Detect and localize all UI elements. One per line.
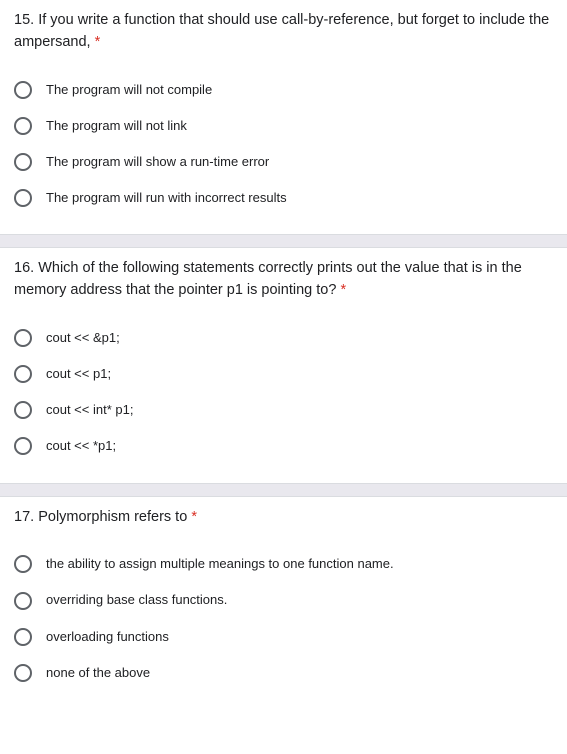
option-row[interactable]: none of the above xyxy=(14,655,553,691)
option-row[interactable]: overriding base class functions. xyxy=(14,582,553,618)
option-label: the ability to assign multiple meanings … xyxy=(46,555,394,573)
question-body: Which of the following statements correc… xyxy=(14,260,522,298)
option-label: cout << p1; xyxy=(46,365,111,383)
question-block-16: 16. Which of the following statements co… xyxy=(0,248,567,482)
required-mark: * xyxy=(95,34,101,50)
radio-icon[interactable] xyxy=(14,117,32,135)
question-text: 16. Which of the following statements co… xyxy=(14,248,553,320)
question-body: Polymorphism refers to xyxy=(38,509,187,525)
question-number: 16. xyxy=(14,260,34,276)
option-label: cout << &p1; xyxy=(46,329,120,347)
section-spacer xyxy=(0,483,567,497)
radio-icon[interactable] xyxy=(14,189,32,207)
required-mark: * xyxy=(191,509,197,525)
section-spacer xyxy=(0,234,567,248)
option-row[interactable]: cout << p1; xyxy=(14,356,553,392)
option-row[interactable]: overloading functions xyxy=(14,619,553,655)
option-label: cout << *p1; xyxy=(46,437,116,455)
option-label: overloading functions xyxy=(46,628,169,646)
question-text: 15. If you write a function that should … xyxy=(14,0,553,72)
question-number: 17. xyxy=(14,509,34,525)
option-row[interactable]: cout << int* p1; xyxy=(14,392,553,428)
option-row[interactable]: The program will run with incorrect resu… xyxy=(14,180,553,216)
option-label: cout << int* p1; xyxy=(46,401,133,419)
radio-icon[interactable] xyxy=(14,329,32,347)
option-label: none of the above xyxy=(46,664,150,682)
option-row[interactable]: The program will not compile xyxy=(14,72,553,108)
option-row[interactable]: cout << &p1; xyxy=(14,320,553,356)
question-block-15: 15. If you write a function that should … xyxy=(0,0,567,234)
question-block-17: 17. Polymorphism refers to * the ability… xyxy=(0,497,567,710)
radio-icon[interactable] xyxy=(14,81,32,99)
option-label: The program will not link xyxy=(46,117,187,135)
radio-icon[interactable] xyxy=(14,592,32,610)
radio-icon[interactable] xyxy=(14,153,32,171)
option-row[interactable]: The program will not link xyxy=(14,108,553,144)
required-mark: * xyxy=(340,282,346,298)
question-number: 15. xyxy=(14,12,34,28)
radio-icon[interactable] xyxy=(14,365,32,383)
option-label: The program will show a run-time error xyxy=(46,153,269,171)
radio-icon[interactable] xyxy=(14,664,32,682)
option-label: The program will not compile xyxy=(46,81,212,99)
option-row[interactable]: cout << *p1; xyxy=(14,428,553,464)
option-label: overriding base class functions. xyxy=(46,591,227,609)
radio-icon[interactable] xyxy=(14,628,32,646)
option-row[interactable]: the ability to assign multiple meanings … xyxy=(14,546,553,582)
radio-icon[interactable] xyxy=(14,401,32,419)
radio-icon[interactable] xyxy=(14,555,32,573)
option-label: The program will run with incorrect resu… xyxy=(46,189,287,207)
option-row[interactable]: The program will show a run-time error xyxy=(14,144,553,180)
question-text: 17. Polymorphism refers to * xyxy=(14,497,553,547)
radio-icon[interactable] xyxy=(14,437,32,455)
